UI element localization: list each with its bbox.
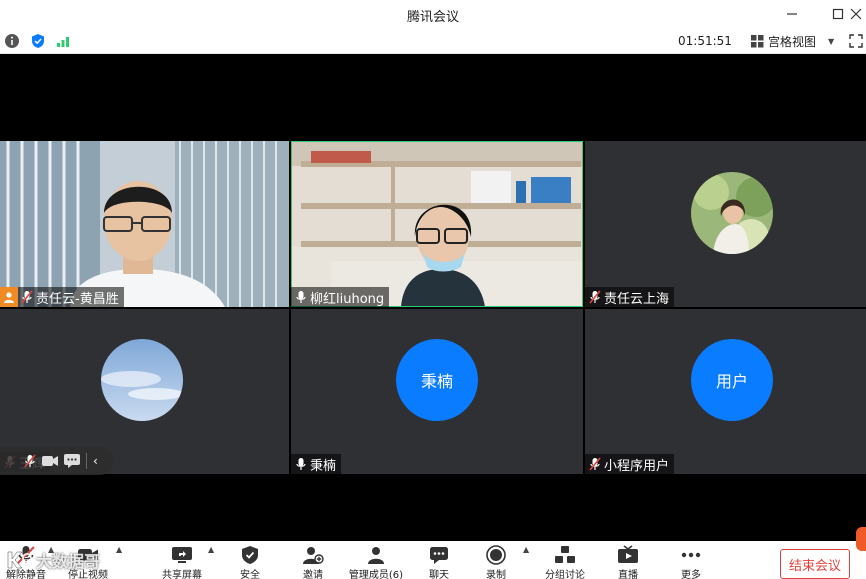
invite-label: 邀请 — [303, 570, 323, 579]
manage-members-button[interactable]: 管理成员(6) — [344, 545, 408, 579]
chat-icon — [430, 547, 448, 564]
manage-members-label: 管理成员(6) — [348, 570, 404, 579]
share-screen-label: 共享屏幕 — [162, 570, 202, 579]
more-label: 更多 — [681, 570, 701, 579]
participant-name-tag: 秉楠 — [291, 454, 342, 474]
participant-name-tag: 责任云-黄昌胜 — [0, 287, 124, 307]
watermark-logo-icon — [7, 551, 32, 569]
title-bar: 腾讯会议 — [0, 0, 866, 28]
caret-up-icon[interactable]: ▲ — [208, 545, 214, 554]
fullscreen-icon[interactable] — [848, 33, 864, 49]
share-screen-button[interactable]: 共享屏幕 — [150, 545, 214, 579]
security-label: 安全 — [240, 570, 260, 579]
collapse-icon[interactable]: ‹ — [93, 454, 98, 468]
mic-muted-icon — [21, 290, 33, 304]
participant-video — [0, 141, 289, 307]
mic-muted-icon — [589, 457, 601, 471]
window-title: 腾讯会议 — [406, 10, 459, 25]
notification-badge[interactable] — [856, 527, 866, 551]
breakout-icon — [555, 546, 575, 563]
video-grid: 责任云-黄昌胜 柳红liuhong 责任云上海 秉楠 秉楠 用户 小程序用户 — [0, 141, 866, 474]
mic-icon — [296, 458, 306, 470]
avatar: 用户 — [691, 339, 773, 421]
video-tile[interactable]: 责任云-黄昌胜 — [0, 141, 289, 307]
record-icon — [486, 545, 506, 565]
avatar — [101, 339, 183, 421]
mic-muted-icon[interactable] — [24, 454, 36, 468]
mic-icon — [296, 291, 306, 303]
more-icon — [681, 552, 701, 558]
breakout-label: 分组讨论 — [545, 570, 585, 579]
caret-up-icon[interactable]: ▲ — [116, 545, 122, 554]
host-icon — [0, 287, 18, 307]
shield-icon — [242, 546, 258, 564]
record-label: 录制 — [486, 570, 506, 579]
video-tile[interactable]: 责任云上海 — [585, 141, 866, 307]
more-button[interactable]: 更多 — [659, 545, 723, 579]
participant-name: 秉楠 — [310, 458, 337, 474]
grid-view-icon — [751, 34, 764, 47]
shield-icon[interactable] — [30, 33, 46, 49]
grid-view-button[interactable]: 宫格视图 ▼ — [751, 32, 834, 50]
floating-toolbar[interactable]: ‹ — [0, 447, 114, 475]
meeting-timer: 01:51:51 — [678, 34, 732, 48]
caret-down-icon: ▼ — [828, 36, 835, 46]
chat-label: 聊天 — [429, 570, 449, 579]
video-tile[interactable]: 秉楠 秉楠 — [291, 309, 583, 474]
live-tv-icon — [618, 545, 638, 563]
video-tile[interactable]: 柳红liuhong — [291, 141, 583, 307]
invite-user-icon — [303, 547, 324, 564]
caret-up-icon[interactable]: ▲ — [523, 545, 529, 554]
watermark-text: 大数据哥 — [36, 552, 101, 571]
mic-muted-icon — [589, 290, 601, 304]
live-button[interactable]: 直播 — [596, 545, 660, 579]
participant-video — [291, 141, 583, 307]
participant-name-tag: 责任云上海 — [585, 287, 675, 307]
participant-name-tag: 小程序用户 — [585, 454, 675, 474]
meeting-status-bar: 01:51:51 宫格视图 ▼ — [0, 28, 866, 54]
watermark: 大数据哥 — [6, 548, 100, 572]
minimize-button[interactable] — [778, 4, 806, 24]
members-icon — [368, 547, 384, 564]
video-tile[interactable]: 用户 小程序用户 — [585, 309, 866, 474]
breakout-rooms-button[interactable]: 分组讨论 — [533, 545, 597, 579]
live-label: 直播 — [618, 570, 638, 579]
share-screen-icon — [172, 547, 192, 563]
avatar — [691, 172, 773, 254]
chat-icon[interactable] — [64, 454, 80, 468]
end-meeting-button[interactable]: 结束会议 — [780, 549, 850, 579]
maximize-icon — [832, 8, 844, 20]
invite-button[interactable]: 邀请 — [281, 545, 345, 579]
security-button[interactable]: 安全 — [218, 545, 282, 579]
divider — [86, 453, 87, 469]
avatar: 秉楠 — [396, 339, 478, 421]
close-button[interactable] — [846, 4, 866, 24]
participant-name: 责任云-黄昌胜 — [36, 291, 119, 307]
signal-icon[interactable] — [55, 33, 71, 49]
info-icon[interactable] — [4, 33, 20, 49]
meeting-toolbar: 解除静音 ▲ 停止视频 ▲ 共享屏幕 ▲ 安全 邀请 管理成员(6) 聊天 录制… — [0, 541, 866, 579]
minimize-icon — [787, 13, 797, 15]
close-icon — [850, 8, 862, 20]
chat-button[interactable]: 聊天 — [407, 545, 471, 579]
record-button[interactable]: 录制 — [464, 545, 528, 579]
participant-name: 责任云上海 — [604, 291, 670, 307]
view-label: 宫格视图 — [768, 34, 817, 49]
participant-name: 柳红liuhong — [310, 291, 385, 307]
participant-name-tag: 柳红liuhong — [291, 287, 390, 307]
participant-name: 小程序用户 — [604, 458, 670, 474]
video-icon[interactable] — [42, 455, 58, 467]
